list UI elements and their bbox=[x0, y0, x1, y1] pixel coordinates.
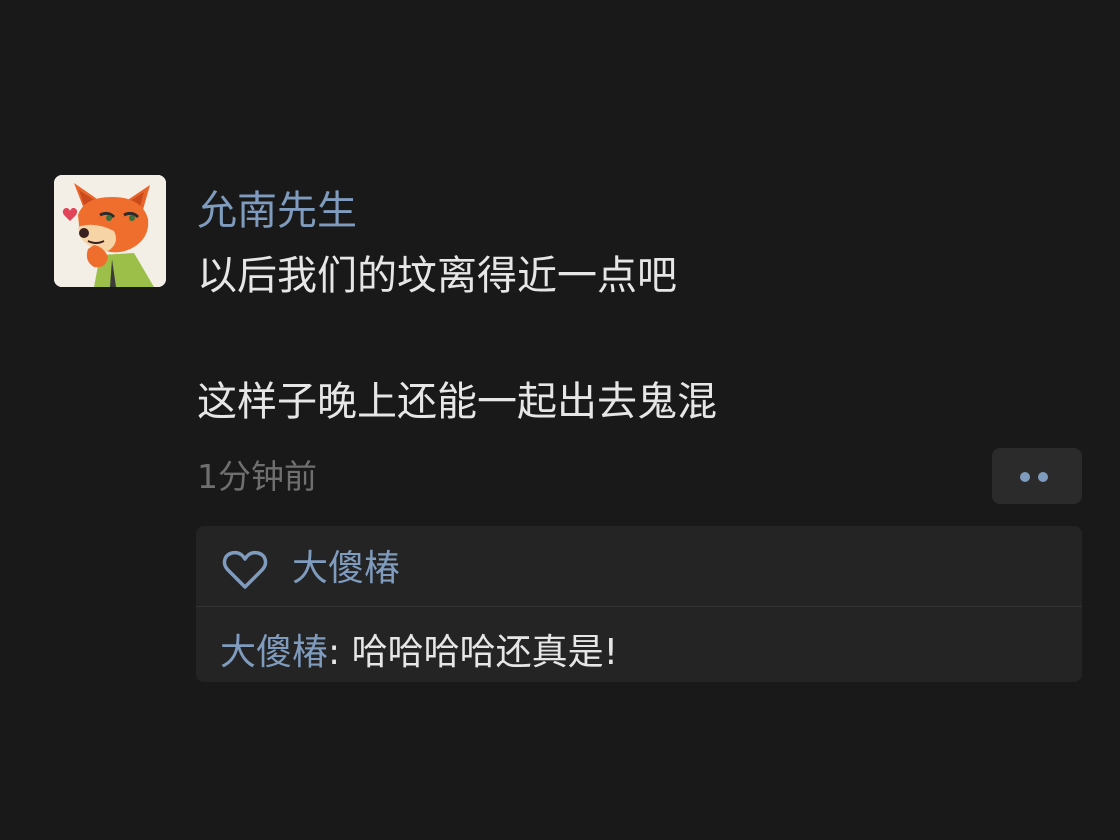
more-dots-icon bbox=[1020, 472, 1030, 482]
moments-post: 允南先生 以后我们的坟离得近一点吧 这样子晚上还能一起出去鬼混 1分钟前 大傻椿… bbox=[0, 0, 1120, 840]
likes-comments-panel: 大傻椿 大傻椿: 哈哈哈哈还真是! bbox=[196, 526, 1082, 682]
avatar[interactable] bbox=[54, 175, 166, 287]
fox-avatar-image bbox=[54, 175, 166, 287]
comment-item[interactable]: 大傻椿: 哈哈哈哈还真是! bbox=[220, 628, 618, 678]
more-actions-button[interactable] bbox=[992, 448, 1082, 504]
more-dots-icon bbox=[1038, 472, 1048, 482]
divider bbox=[196, 606, 1082, 607]
post-author-name[interactable]: 允南先生 bbox=[197, 184, 357, 238]
post-content-line: 这样子晚上还能一起出去鬼混 bbox=[197, 379, 717, 425]
comment-author[interactable]: 大傻椿 bbox=[220, 632, 328, 673]
likes-row: 大傻椿 bbox=[196, 526, 1082, 606]
comment-separator: : bbox=[328, 632, 352, 673]
heart-outline-icon bbox=[222, 550, 268, 589]
liker-name[interactable]: 大傻椿 bbox=[292, 544, 400, 594]
comment-text: 哈哈哈哈还真是! bbox=[351, 632, 619, 673]
post-timestamp: 1分钟前 bbox=[197, 457, 317, 496]
post-content-line: 以后我们的坟离得近一点吧 bbox=[197, 253, 677, 299]
